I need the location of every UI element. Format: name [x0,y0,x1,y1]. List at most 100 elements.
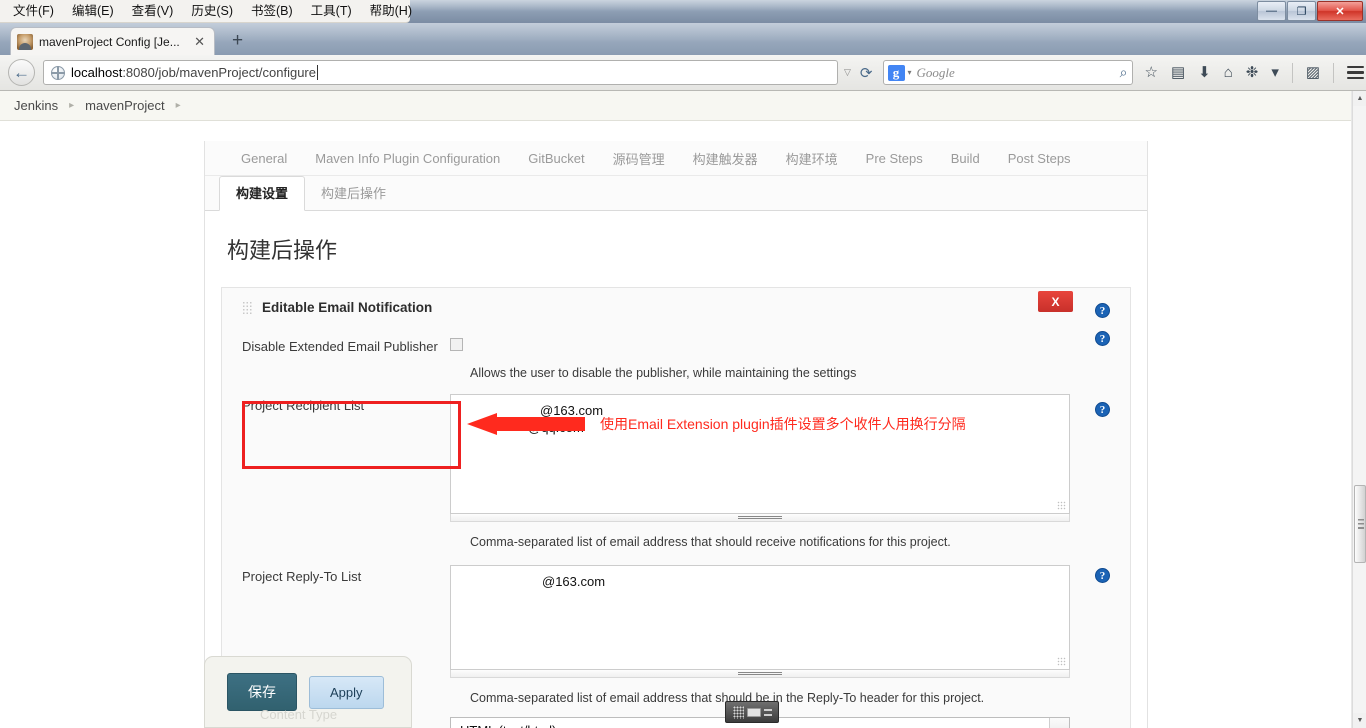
menu-bookmarks[interactable]: 书签(B) [242,1,302,22]
row-disable-publisher: Disable Extended Email Publisher [222,335,1130,354]
reply-to-line-1-visible: @163.com [542,574,606,589]
ime-drag-handle-icon[interactable] [732,705,744,719]
tab-build-triggers[interactable]: 构建触发器 [679,149,772,168]
tab-post-steps[interactable]: Post Steps [994,151,1085,166]
input-project-recipient-list[interactable]: @163.com @qq.com [450,394,1070,514]
addon-icon[interactable]: ❉ [1246,65,1259,80]
chevron-right-icon: ▸ [69,100,75,111]
ime-arrows-icon[interactable] [763,708,772,716]
close-icon[interactable]: ✕ [191,34,208,50]
window-controls: — ❐ ✕ [1257,1,1363,21]
browser-tab-title: mavenProject Config [Je... [39,34,180,49]
menu-help[interactable]: 帮助(H) [361,1,421,22]
jenkins-butler-icon [17,33,33,50]
config-panel: General Maven Info Plugin Configuration … [204,141,1148,728]
chevron-down-icon[interactable]: ▽ [844,67,851,78]
reload-icon[interactable]: ⟳ [860,64,873,82]
text-caret [317,65,318,80]
tab-scm[interactable]: 源码管理 [599,149,679,168]
scroll-down-icon[interactable]: ▼ [1353,713,1366,728]
addon-dropdown-icon[interactable]: ▾ [1271,65,1279,80]
breadcrumb: Jenkins ▸ mavenProject ▸ [0,91,1352,121]
chevron-right-icon: ▸ [175,100,181,111]
window-titlebar: 文件(F) 编辑(E) 查看(V) 历史(S) 书签(B) 工具(T) 帮助(H… [0,0,1366,23]
address-bar[interactable]: localhost:8080/job/mavenProject/configur… [43,60,838,85]
keyboard-icon[interactable] [746,707,761,717]
scroll-up-icon[interactable]: ▲ [1353,91,1366,106]
browser-navbar: ← localhost:8080/job/mavenProject/config… [0,55,1366,91]
label-project-recipient-list: Project Recipient List [242,398,365,413]
config-tabs-primary: General Maven Info Plugin Configuration … [205,141,1147,176]
downloads-icon[interactable]: ⬇ [1198,65,1211,80]
toolbar-divider [1291,62,1293,83]
address-bar-url: localhost:8080/job/mavenProject/configur… [71,65,316,80]
save-button[interactable]: 保存 [227,673,297,711]
ime-toolbar[interactable] [725,701,779,723]
browser-tabstrip: mavenProject Config [Je... ✕ + [0,23,1366,55]
reading-list-icon[interactable]: ▤ [1171,65,1185,80]
block-title: Editable Email Notification [262,300,433,315]
description-project-reply-to-list: Comma-separated list of email address th… [470,691,985,705]
url-path: :8080/job/mavenProject/configure [122,65,316,80]
close-window-button[interactable]: ✕ [1317,1,1363,21]
remove-publisher-button[interactable]: X [1038,291,1073,312]
annotation-text: 使用Email Extension plugin插件设置多个收件人用换行分隔 [600,416,966,432]
breadcrumb-mavenproject[interactable]: mavenProject [85,98,164,113]
menu-tools[interactable]: 工具(T) [302,1,361,22]
breadcrumb-jenkins[interactable]: Jenkins [14,98,58,113]
minimize-button[interactable]: — [1257,1,1286,21]
textarea-resize-bar[interactable] [450,514,1070,522]
menu-view[interactable]: 查看(V) [123,1,183,22]
home-icon[interactable]: ⌂ [1224,65,1233,80]
toolbar-divider [1333,62,1335,83]
page-scrollbar[interactable]: ▲ ▼ [1352,91,1366,728]
tab-gitbucket[interactable]: GitBucket [514,151,598,166]
bookmark-star-icon[interactable]: ☆ [1145,65,1158,80]
browser-tab-maven-config[interactable]: mavenProject Config [Je... ✕ [10,27,215,55]
page-title: 构建后操作 [227,238,338,263]
menu-file[interactable]: 文件(F) [4,1,63,22]
url-host: localhost [71,65,123,80]
input-project-reply-to-list[interactable]: @163.com [450,565,1070,670]
scrollbar-thumb[interactable] [1354,485,1366,563]
config-tabs-secondary: 构建设置 构建后操作 [205,176,1147,211]
drag-handle-icon[interactable] [242,301,253,314]
tab-maven-info[interactable]: Maven Info Plugin Configuration [301,151,514,166]
search-input[interactable]: Google [917,65,1120,81]
checkbox-disable-publisher[interactable] [450,338,463,351]
help-icon-block[interactable]: ? [1095,303,1110,318]
label-disable-publisher: Disable Extended Email Publisher [242,339,438,354]
tab-build-settings[interactable]: 构建设置 [219,176,306,211]
resize-grip-icon[interactable] [1057,501,1066,510]
search-icon[interactable]: ⌕ [1120,64,1128,81]
menu-history[interactable]: 历史(S) [182,1,242,22]
maximize-restore-button[interactable]: ❐ [1287,1,1316,21]
google-logo-icon[interactable]: g [887,64,905,81]
resize-grip-icon[interactable] [1057,657,1066,666]
select-content-type-value: HTML (text/html) [460,723,556,728]
jenkins-main: General Maven Info Plugin Configuration … [0,121,1352,728]
block-header: Editable Email Notification [222,288,1130,323]
tab-build-env[interactable]: 构建环境 [772,149,852,168]
ghost-content-type-label: Content Type [260,707,338,722]
tab-post-build-actions[interactable]: 构建后操作 [305,177,402,210]
description-disable-publisher: Allows the user to disable the publisher… [470,366,857,380]
tab-pre-steps[interactable]: Pre Steps [852,151,937,166]
tab-build[interactable]: Build [937,151,994,166]
textarea-resize-bar[interactable] [450,670,1070,678]
apply-button[interactable]: Apply [309,675,384,709]
chevron-down-icon[interactable]: ▼ [1049,718,1069,728]
page-viewport: Jenkins ▸ mavenProject ▸ General Maven I… [0,91,1352,728]
new-tab-button[interactable]: + [232,31,243,50]
globe-icon [51,65,65,80]
menu-edit[interactable]: 编辑(E) [63,1,123,22]
chevron-down-icon[interactable]: ▾ [908,68,912,77]
browser-toolbar-icons: ☆ ▤ ⬇ ⌂ ❉ ▾ ▨ [1145,62,1365,83]
note-icon[interactable]: ▨ [1306,65,1320,80]
back-arrow-icon[interactable]: ← [8,59,35,86]
tab-general[interactable]: General [227,151,301,166]
reply-to-line-1: @163.com [460,573,1060,590]
annotation-arrow-icon [467,413,585,435]
search-bar[interactable]: g ▾ Google ⌕ [882,60,1133,85]
menu-hamburger-icon[interactable] [1347,65,1365,80]
